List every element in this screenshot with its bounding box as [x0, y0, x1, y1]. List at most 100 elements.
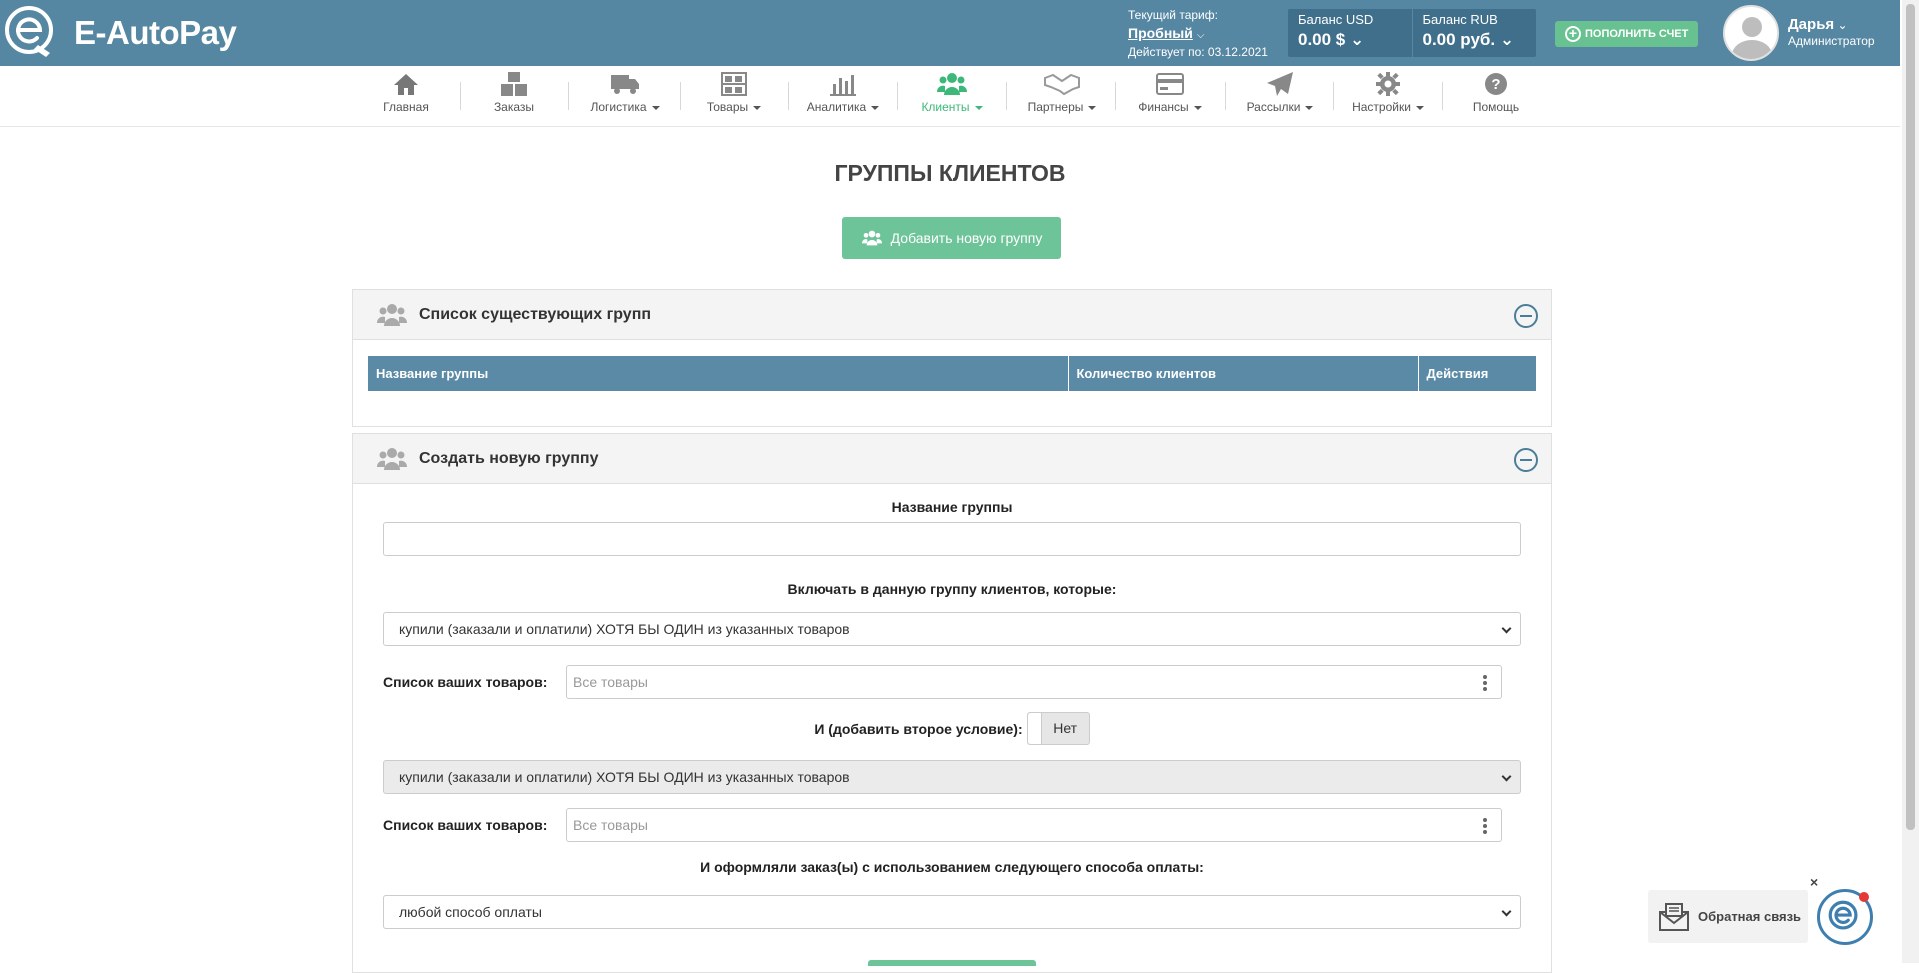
- nav-item-analytics[interactable]: Аналитика: [793, 70, 893, 122]
- balance-usd[interactable]: Баланс USD 0.00 $ ⌄: [1288, 9, 1412, 57]
- nav-item-label-row[interactable]: Логистика: [575, 100, 675, 114]
- chevron-down-icon[interactable]: ⌵: [1197, 30, 1205, 41]
- balance-rub-value-row[interactable]: 0.00 руб. ⌄: [1423, 28, 1527, 52]
- payment-method-select[interactable]: любой способ оплаты: [383, 895, 1521, 929]
- feedback-widget[interactable]: Обратная связь: [1648, 890, 1808, 943]
- users-icon: [861, 230, 882, 246]
- products-multiselect[interactable]: Все товары: [566, 665, 1502, 699]
- user-name[interactable]: Дарья: [1788, 16, 1834, 33]
- second-condition-row: И (добавить второе условие): Нет: [383, 712, 1521, 745]
- balance-rub-value[interactable]: 0.00 руб.: [1423, 30, 1496, 49]
- nav-item-label-row[interactable]: Рассылки: [1230, 100, 1330, 114]
- condition1-select[interactable]: купили (заказали и оплатили) ХОТЯ БЫ ОДИ…: [383, 612, 1521, 646]
- products2-row: Список ваших товаров: Все товары: [383, 808, 1521, 842]
- nav-item-label-row[interactable]: Настройки: [1338, 100, 1438, 114]
- nav-item-label: Финансы: [1138, 100, 1189, 114]
- chevron-down-icon[interactable]: ⌄: [1500, 30, 1514, 49]
- nav-item-label-row[interactable]: Финансы: [1120, 100, 1220, 114]
- kebab-menu-icon[interactable]: [1483, 675, 1487, 693]
- scrollbar-thumb[interactable]: [1906, 4, 1915, 830]
- collapse-icon[interactable]: [1514, 304, 1538, 328]
- user-menu[interactable]: Дарья ⌄ Администратор: [1723, 5, 1875, 61]
- kebab-menu-icon[interactable]: [1483, 818, 1487, 836]
- nav-item-products[interactable]: Товары: [684, 70, 784, 122]
- plus-circle-icon: +: [1565, 26, 1581, 42]
- question-icon: ?: [1446, 70, 1546, 98]
- tariff-plan[interactable]: Пробный: [1128, 25, 1193, 41]
- avatar[interactable]: [1723, 5, 1779, 61]
- collapse-icon[interactable]: [1514, 448, 1538, 472]
- caret-down-icon: [753, 105, 762, 110]
- panel-title: Список существующих групп: [419, 305, 652, 323]
- toggle-knob: [1027, 713, 1042, 744]
- nav-item-logistics[interactable]: Логистика: [575, 70, 675, 122]
- close-icon[interactable]: ×: [1810, 874, 1818, 890]
- gear-icon: [1338, 70, 1438, 98]
- top-header: E-AutoPay Текущий тариф: Пробный ⌵ Действ…: [0, 0, 1900, 66]
- nav-item-orders[interactable]: Заказы: [464, 70, 564, 122]
- column-header-client-count[interactable]: Количество клиентов: [1068, 356, 1419, 391]
- user-info[interactable]: Дарья ⌄ Администратор: [1788, 17, 1875, 49]
- nav-item-label: Партнеры: [1027, 100, 1084, 114]
- nav-item-label-row[interactable]: Аналитика: [793, 100, 893, 114]
- nav-item-label-row[interactable]: Партнеры: [1012, 100, 1112, 114]
- brand-logo[interactable]: E-AutoPay: [4, 5, 237, 61]
- handshake-icon: [1012, 70, 1112, 98]
- main-nav: Главная Заказы Логистика Товары Аналитик…: [0, 66, 1900, 127]
- nav-item-partners[interactable]: Партнеры: [1012, 70, 1112, 122]
- toggle-label: Нет: [1053, 720, 1078, 736]
- feedback-label: Обратная связь: [1698, 909, 1802, 924]
- balance-usd-value[interactable]: 0.00 $: [1298, 30, 1345, 49]
- condition2-value: купили (заказали и оплатили) ХОТЯ БЫ ОДИ…: [399, 769, 850, 785]
- nav-item-label: Аналитика: [806, 100, 867, 114]
- nav-item-mailings[interactable]: Рассылки: [1230, 70, 1330, 122]
- chevron-down-icon[interactable]: ⌄: [1350, 30, 1364, 49]
- brand-name: E-AutoPay: [74, 14, 237, 51]
- vertical-scrollbar[interactable]: [1902, 0, 1919, 963]
- balance-usd-value-row[interactable]: 0.00 $ ⌄: [1298, 28, 1402, 52]
- chevron-down-icon: [1501, 771, 1512, 782]
- create-group-panel: Создать новую группу Название группы Вкл…: [352, 433, 1552, 973]
- submit-button[interactable]: [868, 960, 1036, 966]
- condition2-select[interactable]: купили (заказали и оплатили) ХОТЯ БЫ ОДИ…: [383, 760, 1521, 794]
- products2-placeholder: Все товары: [573, 817, 648, 833]
- chevron-down-icon: [1501, 623, 1512, 634]
- logo-icon: [4, 5, 60, 61]
- existing-groups-header[interactable]: Список существующих групп: [353, 290, 1551, 340]
- caret-down-icon: [871, 105, 880, 110]
- truck-icon: [575, 70, 675, 98]
- panel-title: Создать новую группу: [419, 449, 599, 467]
- create-group-header[interactable]: Создать новую группу: [353, 434, 1551, 484]
- caret-down-icon: [974, 105, 983, 110]
- caret-down-icon: [1415, 105, 1424, 110]
- nav-item-label-row[interactable]: Клиенты: [902, 100, 1002, 114]
- balance-rub[interactable]: Баланс RUB 0.00 руб. ⌄: [1411, 9, 1537, 57]
- second-condition-toggle[interactable]: Нет: [1026, 712, 1090, 745]
- nav-item-home[interactable]: Главная: [356, 70, 456, 122]
- create-group-form: Название группы Включать в данную группу…: [353, 499, 1551, 929]
- caret-down-icon: [1305, 105, 1314, 110]
- groups-table: Название группы Количество клиентов Дейс…: [368, 356, 1536, 391]
- payment-label: И оформляли заказ(ы) с использованием сл…: [700, 859, 1204, 875]
- add-group-button[interactable]: Добавить новую группу: [842, 217, 1061, 259]
- topup-label: ПОПОЛНИТЬ СЧЕТ: [1585, 28, 1689, 40]
- chevron-down-icon[interactable]: ⌄: [1838, 18, 1848, 32]
- nav-item-label: Логистика: [590, 100, 647, 114]
- group-name-label: Название группы: [891, 499, 1013, 515]
- products2-label: Список ваших товаров:: [383, 817, 548, 833]
- products2-multiselect[interactable]: Все товары: [566, 808, 1502, 842]
- products-label: Список ваших товаров:: [383, 674, 548, 690]
- nav-item-finance[interactable]: Финансы: [1120, 70, 1220, 122]
- column-header-group-name[interactable]: Название группы: [368, 356, 1069, 391]
- nav-item-label: Товары: [706, 100, 749, 114]
- paper-plane-icon: [1230, 70, 1330, 98]
- nav-item-label: Клиенты: [921, 100, 970, 114]
- nav-item-label-row[interactable]: Товары: [684, 100, 784, 114]
- nav-item-help[interactable]: ? Помощь: [1446, 70, 1546, 122]
- topup-button[interactable]: + ПОПОЛНИТЬ СЧЕТ: [1555, 21, 1698, 47]
- nav-item-settings[interactable]: Настройки: [1338, 70, 1438, 122]
- products-placeholder: Все товары: [573, 674, 648, 690]
- tariff-plan-selector[interactable]: Пробный ⌵: [1128, 23, 1268, 44]
- group-name-input[interactable]: [383, 522, 1521, 556]
- nav-item-clients[interactable]: Клиенты: [902, 70, 1002, 122]
